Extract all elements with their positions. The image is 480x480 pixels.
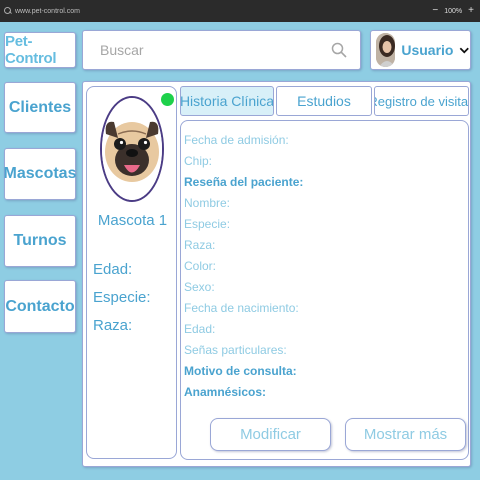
search-icon[interactable] xyxy=(331,42,347,58)
main-panel: Mascota 1 Edad: Especie: Raza: Historia … xyxy=(82,81,471,467)
sidebar-item-turnos[interactable]: Turnos xyxy=(4,215,76,267)
field-breed: Raza: xyxy=(184,238,216,252)
chevron-down-icon[interactable] xyxy=(459,45,470,55)
zoom-in-button[interactable]: + xyxy=(468,6,474,16)
tab-historia-clinica[interactable]: Historia Clínica xyxy=(180,86,274,116)
modify-button[interactable]: Modificar xyxy=(210,418,331,451)
field-chip: Chip: xyxy=(184,154,213,168)
app-window: Pet-Control Buscar Usuario Clientes Masc… xyxy=(0,22,480,480)
field-birth-date: Fecha de nacimiento: xyxy=(184,301,299,315)
section-anamnesis: Anamnésicos: xyxy=(184,385,267,399)
field-sex: Sexo: xyxy=(184,280,215,294)
user-menu[interactable]: Usuario xyxy=(370,30,471,70)
browser-bar: www.pet-control.com − 100% + xyxy=(0,0,480,22)
search-bar[interactable]: Buscar xyxy=(82,30,361,70)
sidebar-item-mascotas[interactable]: Mascotas xyxy=(4,148,76,200)
pet-photo xyxy=(100,96,164,202)
tab-estudios[interactable]: Estudios xyxy=(276,86,372,116)
field-color: Color: xyxy=(184,259,217,273)
user-name[interactable]: Usuario xyxy=(401,42,453,58)
zoom-out-button[interactable]: − xyxy=(432,6,438,16)
pet-age-label: Edad: xyxy=(93,261,133,278)
address-bar[interactable]: www.pet-control.com xyxy=(15,8,80,15)
field-name: Nombre: xyxy=(184,196,231,210)
pet-name: Mascota 1 xyxy=(97,212,168,229)
clinical-history-panel: Fecha de admisión: Chip: Reseña del paci… xyxy=(180,120,469,460)
search-input[interactable]: Buscar xyxy=(100,42,144,58)
field-admission-date: Fecha de admisión: xyxy=(184,133,289,147)
avatar-image xyxy=(376,33,396,67)
section-patient-summary: Reseña del paciente: xyxy=(184,175,304,189)
sidebar-item-contacto[interactable]: Contacto xyxy=(4,280,76,333)
show-more-button[interactable]: Mostrar más xyxy=(345,418,466,451)
browser-controls: − 100% + xyxy=(432,6,474,16)
section-consultation-reason: Motivo de consulta: xyxy=(184,364,297,378)
tab-registro-de-visitas[interactable]: Registro de visitas xyxy=(374,86,469,116)
field-species: Especie: xyxy=(184,217,231,231)
zoom-level: 100% xyxy=(444,7,463,15)
brand-logo[interactable]: Pet-Control xyxy=(4,32,76,68)
search-icon xyxy=(4,7,12,15)
pet-card: Mascota 1 Edad: Especie: Raza: xyxy=(86,86,177,459)
pet-species-label: Especie: xyxy=(93,289,151,306)
field-age: Edad: xyxy=(184,322,216,336)
avatar[interactable] xyxy=(376,33,396,67)
pug-icon xyxy=(102,98,162,200)
pet-breed-label: Raza: xyxy=(93,317,133,334)
online-status-icon xyxy=(161,93,174,106)
field-distinctive-marks: Señas particulares: xyxy=(184,343,287,357)
sidebar-item-clientes[interactable]: Clientes xyxy=(4,82,76,133)
